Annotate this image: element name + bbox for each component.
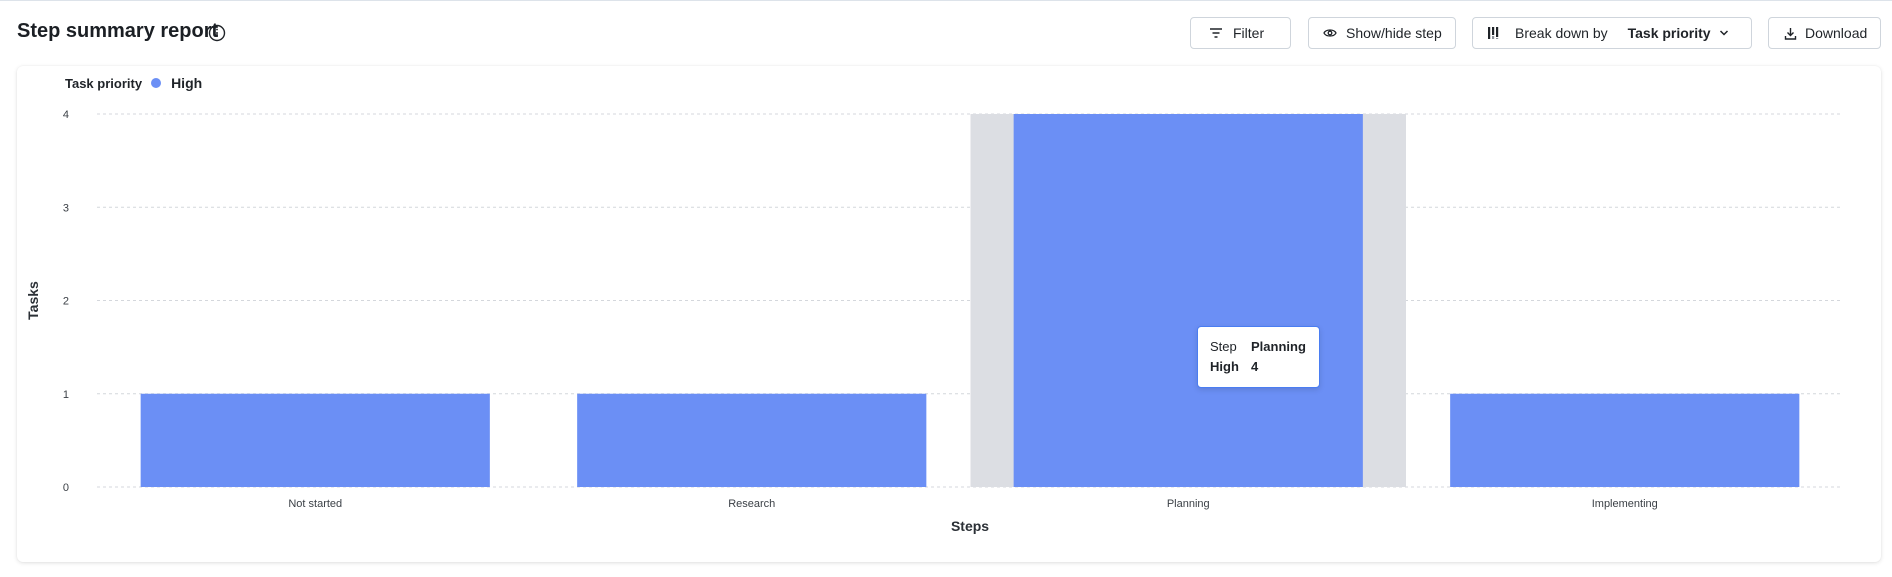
tooltip-series-label: High <box>1210 359 1239 374</box>
download-button[interactable]: Download <box>1768 17 1881 49</box>
tooltip-step-value: Planning <box>1251 339 1306 354</box>
tooltip-step-label: Step <box>1210 339 1237 354</box>
download-icon <box>1784 27 1797 40</box>
x-tick-label: Not started <box>288 498 342 510</box>
x-tick-label: Implementing <box>1592 498 1658 510</box>
bar-chart: 0 1 2 3 4 Not started Research Planning Implemen… <box>25 109 1843 534</box>
y-tick-label: 2 <box>63 296 69 308</box>
filter-label: Filter <box>1233 25 1265 41</box>
bar-research[interactable] <box>577 393 927 487</box>
y-tick-label: 4 <box>63 109 69 121</box>
chart-card: Task priority High 0 1 2 3 4 Not started Resea… <box>17 66 1881 562</box>
break-down-by-dropdown[interactable]: Break down by Task priority <box>1472 17 1752 49</box>
bar-implementing[interactable] <box>1450 393 1800 487</box>
filter-button[interactable]: Filter <box>1190 17 1291 49</box>
chevron-down-icon <box>1719 30 1728 36</box>
y-tick-label: 1 <box>63 389 69 401</box>
show-hide-step-label: Show/hide step <box>1346 25 1442 41</box>
break-down-by-label: Break down by <box>1515 25 1608 41</box>
tooltip-series-value: 4 <box>1251 359 1259 374</box>
tooltip-series-row: High 4 <box>1210 357 1319 377</box>
x-tick-label: Research <box>728 498 775 510</box>
chart-tooltip: Step Planning High 4 <box>1197 326 1320 388</box>
info-icon[interactable] <box>208 24 226 42</box>
show-hide-step-button[interactable]: Show/hide step <box>1308 17 1456 49</box>
page-title: Step summary report <box>17 20 219 42</box>
y-tick-label: 0 <box>63 482 69 494</box>
bar-planning[interactable] <box>1013 114 1363 487</box>
x-axis-title: Steps <box>951 518 989 534</box>
filter-icon <box>1210 28 1222 38</box>
break-down-by-value: Task priority <box>1627 25 1711 41</box>
y-axis-title: Tasks <box>25 281 41 320</box>
y-tick-label: 3 <box>63 202 69 214</box>
download-label: Download <box>1805 25 1868 41</box>
x-tick-label: Planning <box>1167 498 1210 510</box>
columns-icon <box>1488 27 1499 39</box>
top-divider <box>0 0 1892 1</box>
tooltip-step-row: Step Planning <box>1210 337 1319 357</box>
bar-not-started[interactable] <box>140 393 490 487</box>
eye-icon <box>1323 29 1337 37</box>
report-header: Step summary report Filter Show/hide ste… <box>0 14 1892 52</box>
